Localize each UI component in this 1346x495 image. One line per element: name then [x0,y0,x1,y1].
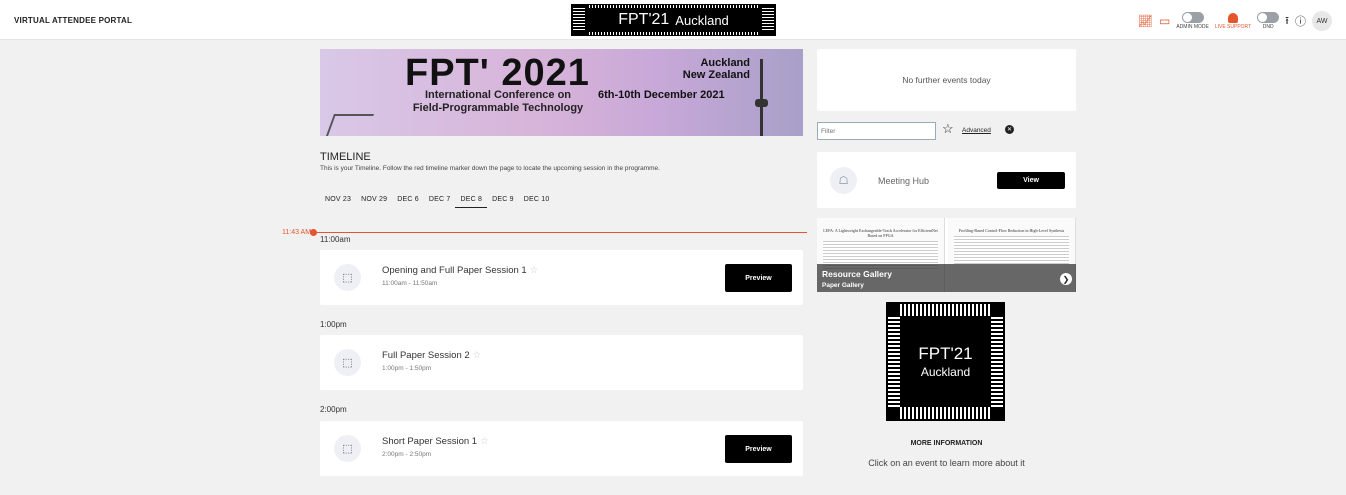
chip-core: FPT'21 Auckland [904,320,987,403]
dnd-label: DND [1262,24,1274,30]
meeting-people-icon: ☖ [830,167,857,194]
chip-pins-right [991,316,1003,407]
preview-button[interactable]: Preview [725,435,792,463]
meeting-hub-view-button[interactable]: View [997,172,1065,189]
current-time-marker-label: 11:43 AM [282,229,312,236]
banner-country: New Zealand [682,69,750,81]
favorite-star-icon[interactable]: ☆ [473,350,482,361]
meeting-hub-card: ☖ Meeting Hub View [817,152,1076,208]
chip-pins-right [762,8,774,32]
preview-button[interactable]: Preview [725,264,792,292]
banner-location: Auckland New Zealand [620,57,750,81]
tab-dec-6[interactable]: DEC 6 [392,192,424,208]
tab-dec-9[interactable]: DEC 9 [487,192,519,208]
gallery-subtitle: Paper Gallery [822,282,864,289]
timeline-title: TIMELINE [320,151,371,163]
time-heading: 11:00am [320,235,351,244]
banner-city: Auckland [700,57,750,69]
admin-mode-toggle[interactable]: ADMIN MODE [1176,12,1209,30]
more-info-heading: MORE INFORMATION [910,440,983,447]
logo-city: Auckland [675,12,729,28]
chip-pins-bottom [900,407,991,419]
date-tabs: NOV 23 NOV 29 DEC 6 DEC 7 DEC 8 DEC 9 DE… [320,192,554,208]
time-heading: 2:00pm [320,405,347,414]
session-name: Full Paper Session 2 ☆ [382,350,481,361]
chip-pins-left [573,8,585,32]
share-icon[interactable]: ⭱ [1285,12,1289,31]
tab-nov-29[interactable]: NOV 29 [356,192,392,208]
tab-dec-7[interactable]: DEC 7 [424,192,456,208]
chart-icon[interactable]: 📈︎ [1138,14,1153,28]
presentation-icon: ⬚ [334,349,361,376]
chip-pins-top [587,5,760,8]
toggle-switch[interactable] [1181,12,1204,23]
resource-gallery[interactable]: LEFA: A Lightweight Exchangeable-Track A… [817,218,1076,292]
session-card[interactable]: ⬚ Short Paper Session 1 ☆ 2:00pm - 2:50pm… [320,421,803,476]
live-support-label: LIVE SUPPORT [1214,23,1252,30]
time-heading: 1:00pm [320,320,347,329]
session-time: 1:00pm - 1:50pm [382,365,432,372]
timeline-description: This is your Timeline. Follow the red ti… [320,165,660,172]
banner-subtitle-line2: Field-Programmable Technology [412,102,584,114]
admin-mode-label: ADMIN MODE [1176,24,1209,30]
avatar[interactable]: AW [1312,11,1332,31]
current-time-marker-line [314,232,807,233]
tab-dec-10[interactable]: DEC 10 [519,192,555,208]
fpt21-logo[interactable]: FPT'21 Auckland [571,4,776,36]
banner-dates: 6th-10th December 2021 [598,89,725,101]
banner-subtitle-line1: International Conference on [424,89,572,101]
favorites-star-icon[interactable]: ☆ [942,121,954,137]
paper-body-lines [954,236,1069,266]
more-info-text: Click on an event to learn more about it [868,458,1025,468]
session-time: 2:00pm - 2:50pm [382,451,432,458]
session-card[interactable]: ⬚ Opening and Full Paper Session 1 ☆ 11:0… [320,250,803,305]
meeting-hub-label: Meeting Hub [878,176,930,186]
chip-pins-top [900,304,991,316]
tab-dec-8[interactable]: DEC 8 [455,192,488,208]
favorite-star-icon[interactable]: ☆ [530,265,539,276]
favorite-star-icon[interactable]: ☆ [480,436,489,447]
session-name: Opening and Full Paper Session 1 ☆ [382,265,538,276]
chip-title: FPT'21 [918,344,973,363]
session-name-text: Full Paper Session 2 [382,350,470,361]
monitor-icon[interactable]: ▭ [1159,14,1170,28]
sky-tower-illustration [755,59,768,136]
session-name: Short Paper Session 1 ☆ [382,436,489,447]
paper-title: LEFA: A Lightweight Exchangeable-Track A… [823,228,938,238]
session-name-text: Opening and Full Paper Session 1 [382,265,527,276]
tab-nov-23[interactable]: NOV 23 [320,192,356,208]
chip-pins-left [888,316,900,407]
support-person-icon [1227,12,1238,23]
presentation-icon: ⬚ [334,435,361,462]
session-card[interactable]: ⬚ Full Paper Session 2 ☆ 1:00pm - 1:50pm [320,335,803,390]
gallery-title: Resource Gallery [822,269,892,279]
presentation-icon: ⬚ [334,264,361,291]
logo-title: FPT'21 [618,11,670,28]
dnd-toggle[interactable]: DND [1257,12,1280,30]
live-support-button[interactable]: LIVE SUPPORT [1214,12,1252,30]
filter-input[interactable] [817,122,936,140]
chevron-right-icon[interactable]: ❯ [1060,273,1072,285]
session-name-text: Short Paper Session 1 [382,436,478,447]
fpt21-chip-logo: FPT'21 Auckland [886,302,1005,421]
help-icon[interactable]: ⓘ [1295,13,1306,29]
top-header: VIRTUAL ATTENDEE PORTAL FPT'21 Auckland … [0,0,1346,40]
chip-pins-bottom [587,32,760,35]
bridge-illustration [325,114,375,136]
banner-subtitle: International Conference on Field-Progra… [398,89,598,115]
paper-title: Profiling-Based Control-Flow Reduction i… [958,228,1065,233]
clear-filter-icon[interactable]: ✕ [1005,125,1014,134]
portal-title: VIRTUAL ATTENDEE PORTAL [14,16,133,25]
advanced-link[interactable]: Advanced [962,127,991,134]
toggle-switch[interactable] [1257,12,1280,23]
chip-city: Auckland [920,365,971,379]
conference-banner: FPT' 2021 International Conference on Fi… [320,49,803,136]
session-time: 11:00am - 11:50am [382,280,438,287]
header-actions: 📈︎ ▭ ADMIN MODE LIVE SUPPORT DND ⭱ ⓘ AW [1138,9,1332,33]
no-events-panel: No further events today [817,49,1076,111]
